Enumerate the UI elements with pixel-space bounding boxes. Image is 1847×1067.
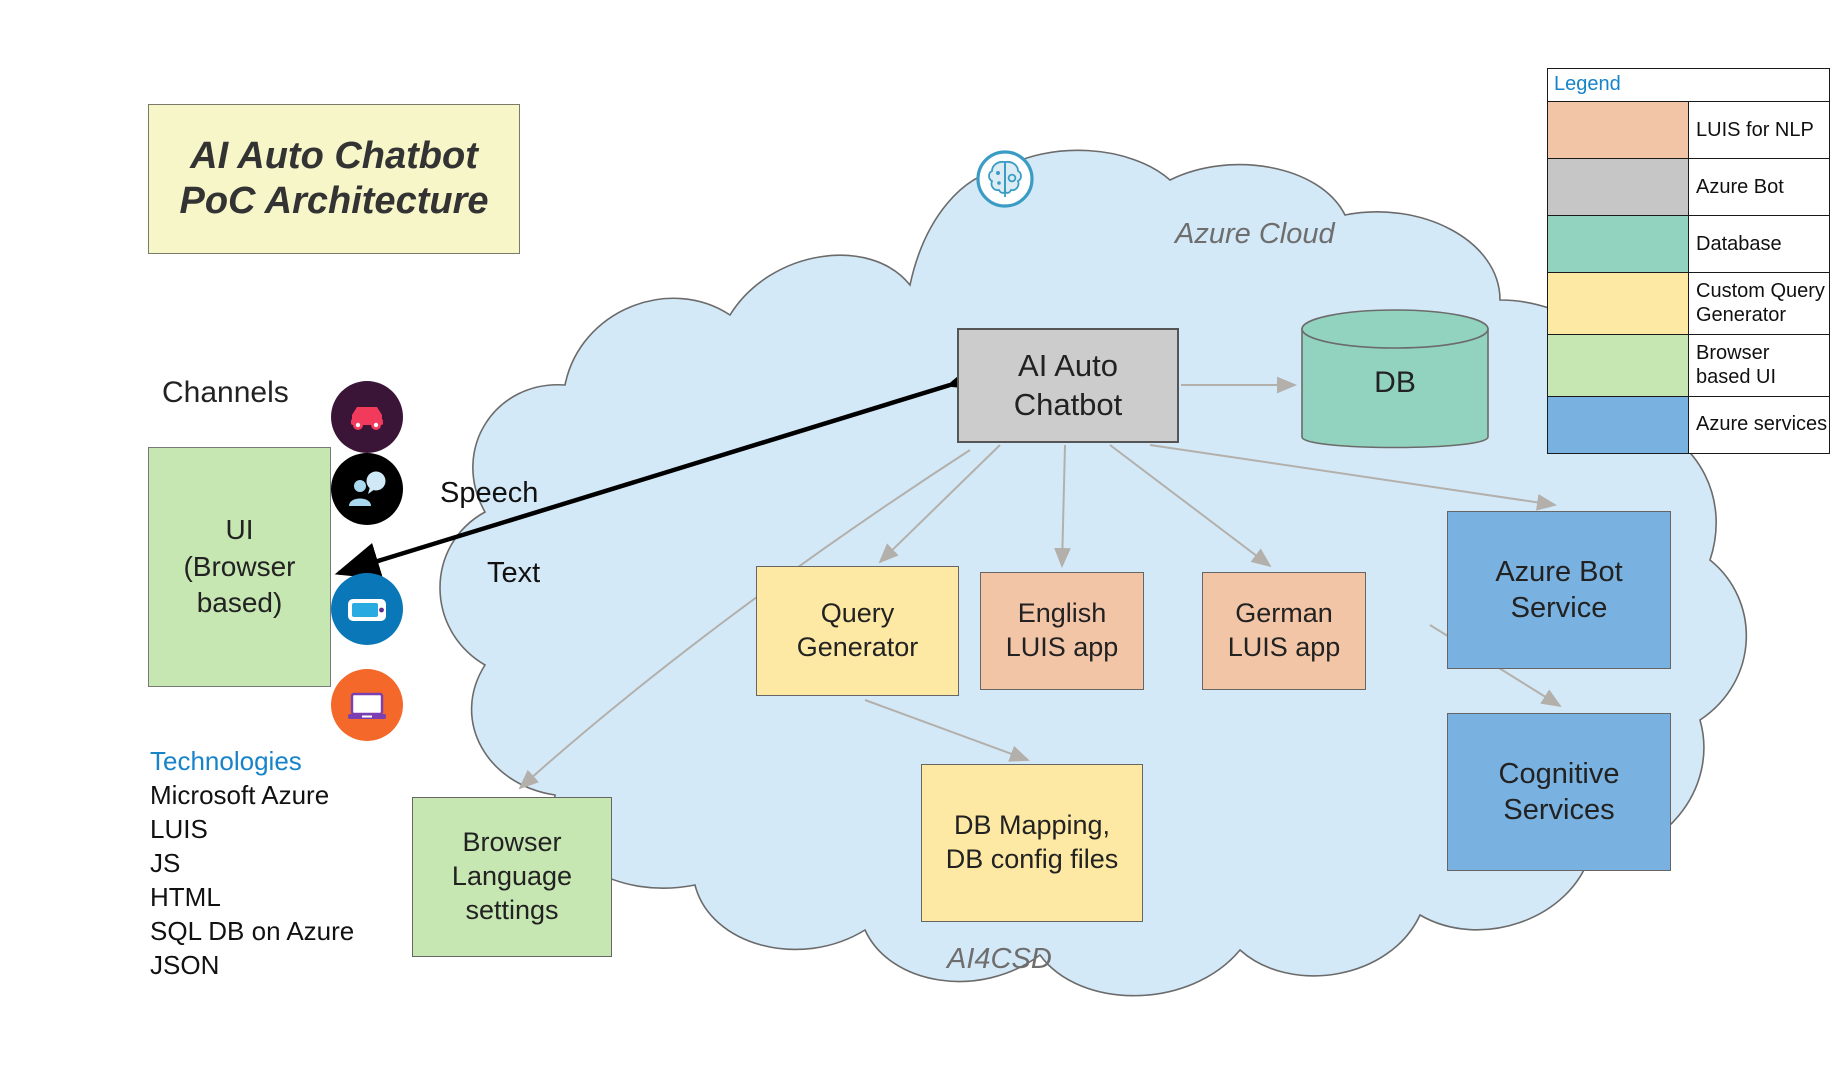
legend-label: Database	[1689, 216, 1829, 272]
technologies-item: LUIS	[150, 814, 208, 845]
db-cylinder[interactable]: DB	[1300, 303, 1490, 463]
english-luis-app-node[interactable]: English LUIS app	[980, 572, 1144, 690]
cognitive-line-2: Services	[1503, 794, 1615, 826]
chatbot-line-1: AI Auto	[1018, 347, 1118, 383]
title-card: AI Auto Chatbot PoC Architecture	[148, 104, 520, 254]
query-line-2: Generator	[796, 632, 919, 662]
dbmapping-line-2: DB config files	[945, 844, 1119, 874]
legend-label: Browser based UI	[1689, 334, 1829, 396]
technologies-item: Microsoft Azure	[150, 780, 330, 811]
botservice-line-1: Azure Bot	[1495, 555, 1623, 588]
german-luis-app-node[interactable]: German LUIS app	[1202, 572, 1366, 690]
dbmapping-line-1: DB Mapping,	[953, 810, 1111, 841]
person-speech-icon[interactable]	[331, 453, 403, 525]
legend-row: LUIS for NLP	[1548, 102, 1829, 159]
legend-row: Azure Bot	[1548, 159, 1829, 216]
ai-auto-chatbot-node[interactable]: AI Auto Chatbot	[957, 328, 1179, 443]
legend-label: Azure Bot	[1689, 159, 1829, 215]
brain-ai-icon	[974, 148, 1036, 210]
german-line-1: German	[1235, 598, 1333, 629]
brain-ai-glyph	[976, 150, 1034, 208]
legend-label: LUIS for NLP	[1689, 102, 1829, 158]
speech-flow-label: Speech	[440, 477, 539, 509]
legend-heading: Legend	[1548, 69, 1829, 102]
legend-swatch-luis	[1548, 102, 1689, 158]
diagram-canvas: AI Auto Chatbot PoC Architecture Channel…	[0, 0, 1847, 1067]
browserlang-line-2: Language	[451, 861, 573, 892]
legend-row: Azure services	[1548, 396, 1829, 453]
browser-language-settings-node[interactable]: Browser Language settings	[412, 797, 612, 957]
technologies-list: Technologies Microsoft Azure LUIS JS HTM…	[150, 744, 354, 982]
technologies-item: SQL DB on Azure	[150, 916, 355, 947]
browserlang-line-1: Browser	[462, 827, 562, 858]
botservice-line-2: Service	[1510, 592, 1608, 624]
technologies-heading: Technologies	[150, 746, 302, 776]
chatbot-line-2: Chatbot	[1013, 386, 1123, 422]
db-mapping-config-node[interactable]: DB Mapping, DB config files	[921, 764, 1143, 922]
legend-row: Database	[1548, 216, 1829, 273]
technologies-item: JSON	[150, 950, 220, 981]
car-glyph	[351, 407, 383, 430]
ui-box-line-3: based)	[196, 587, 283, 619]
ui-browser-based-box[interactable]: UI (Browser based)	[148, 447, 331, 687]
legend-row: Custom Query Generator	[1548, 273, 1829, 335]
db-label: DB	[1374, 366, 1416, 399]
azure-bot-service-node[interactable]: Azure Bot Service	[1447, 511, 1671, 669]
ui-box-line-1: UI	[225, 514, 254, 546]
english-line-1: English	[1017, 598, 1107, 629]
laptop-glyph	[348, 692, 386, 719]
legend-swatch-query-generator	[1548, 273, 1689, 334]
legend-swatch-azure-bot	[1548, 159, 1689, 215]
technologies-item: HTML	[150, 882, 221, 913]
legend-label: Azure services	[1689, 396, 1829, 453]
query-generator-node[interactable]: Query Generator	[756, 566, 959, 696]
channels-label: Channels	[162, 376, 289, 409]
azure-cloud-label: Azure Cloud	[1175, 218, 1335, 250]
cognitive-services-node[interactable]: Cognitive Services	[1447, 713, 1671, 871]
cognitive-line-1: Cognitive	[1498, 757, 1620, 790]
english-line-2: LUIS app	[1005, 632, 1119, 662]
legend-swatch-database	[1548, 216, 1689, 272]
ui-box-line-2: (Browser	[183, 550, 296, 582]
laptop-icon[interactable]	[331, 669, 403, 741]
mobile-device-glyph	[348, 599, 386, 621]
german-line-2: LUIS app	[1227, 632, 1341, 662]
browserlang-line-3: settings	[465, 894, 559, 925]
legend-swatch-browser-ui	[1548, 334, 1689, 396]
person-speech-glyph	[349, 471, 386, 506]
car-icon[interactable]	[331, 381, 403, 453]
technologies-item: JS	[150, 848, 181, 879]
legend-table: Legend LUIS for NLP Azure Bot Database C…	[1547, 68, 1830, 454]
title-line-1: AI Auto Chatbot	[190, 135, 478, 178]
legend-label: Custom Query Generator	[1689, 273, 1829, 334]
text-flow-label: Text	[487, 557, 541, 589]
mobile-device-icon[interactable]	[331, 573, 403, 645]
legend-row: Browser based UI	[1548, 334, 1829, 397]
ai4csd-label: AI4CSD	[947, 943, 1052, 975]
legend-swatch-azure-services	[1548, 396, 1689, 453]
query-line-1: Query	[820, 598, 895, 629]
title-line-2: PoC Architecture	[179, 180, 489, 222]
